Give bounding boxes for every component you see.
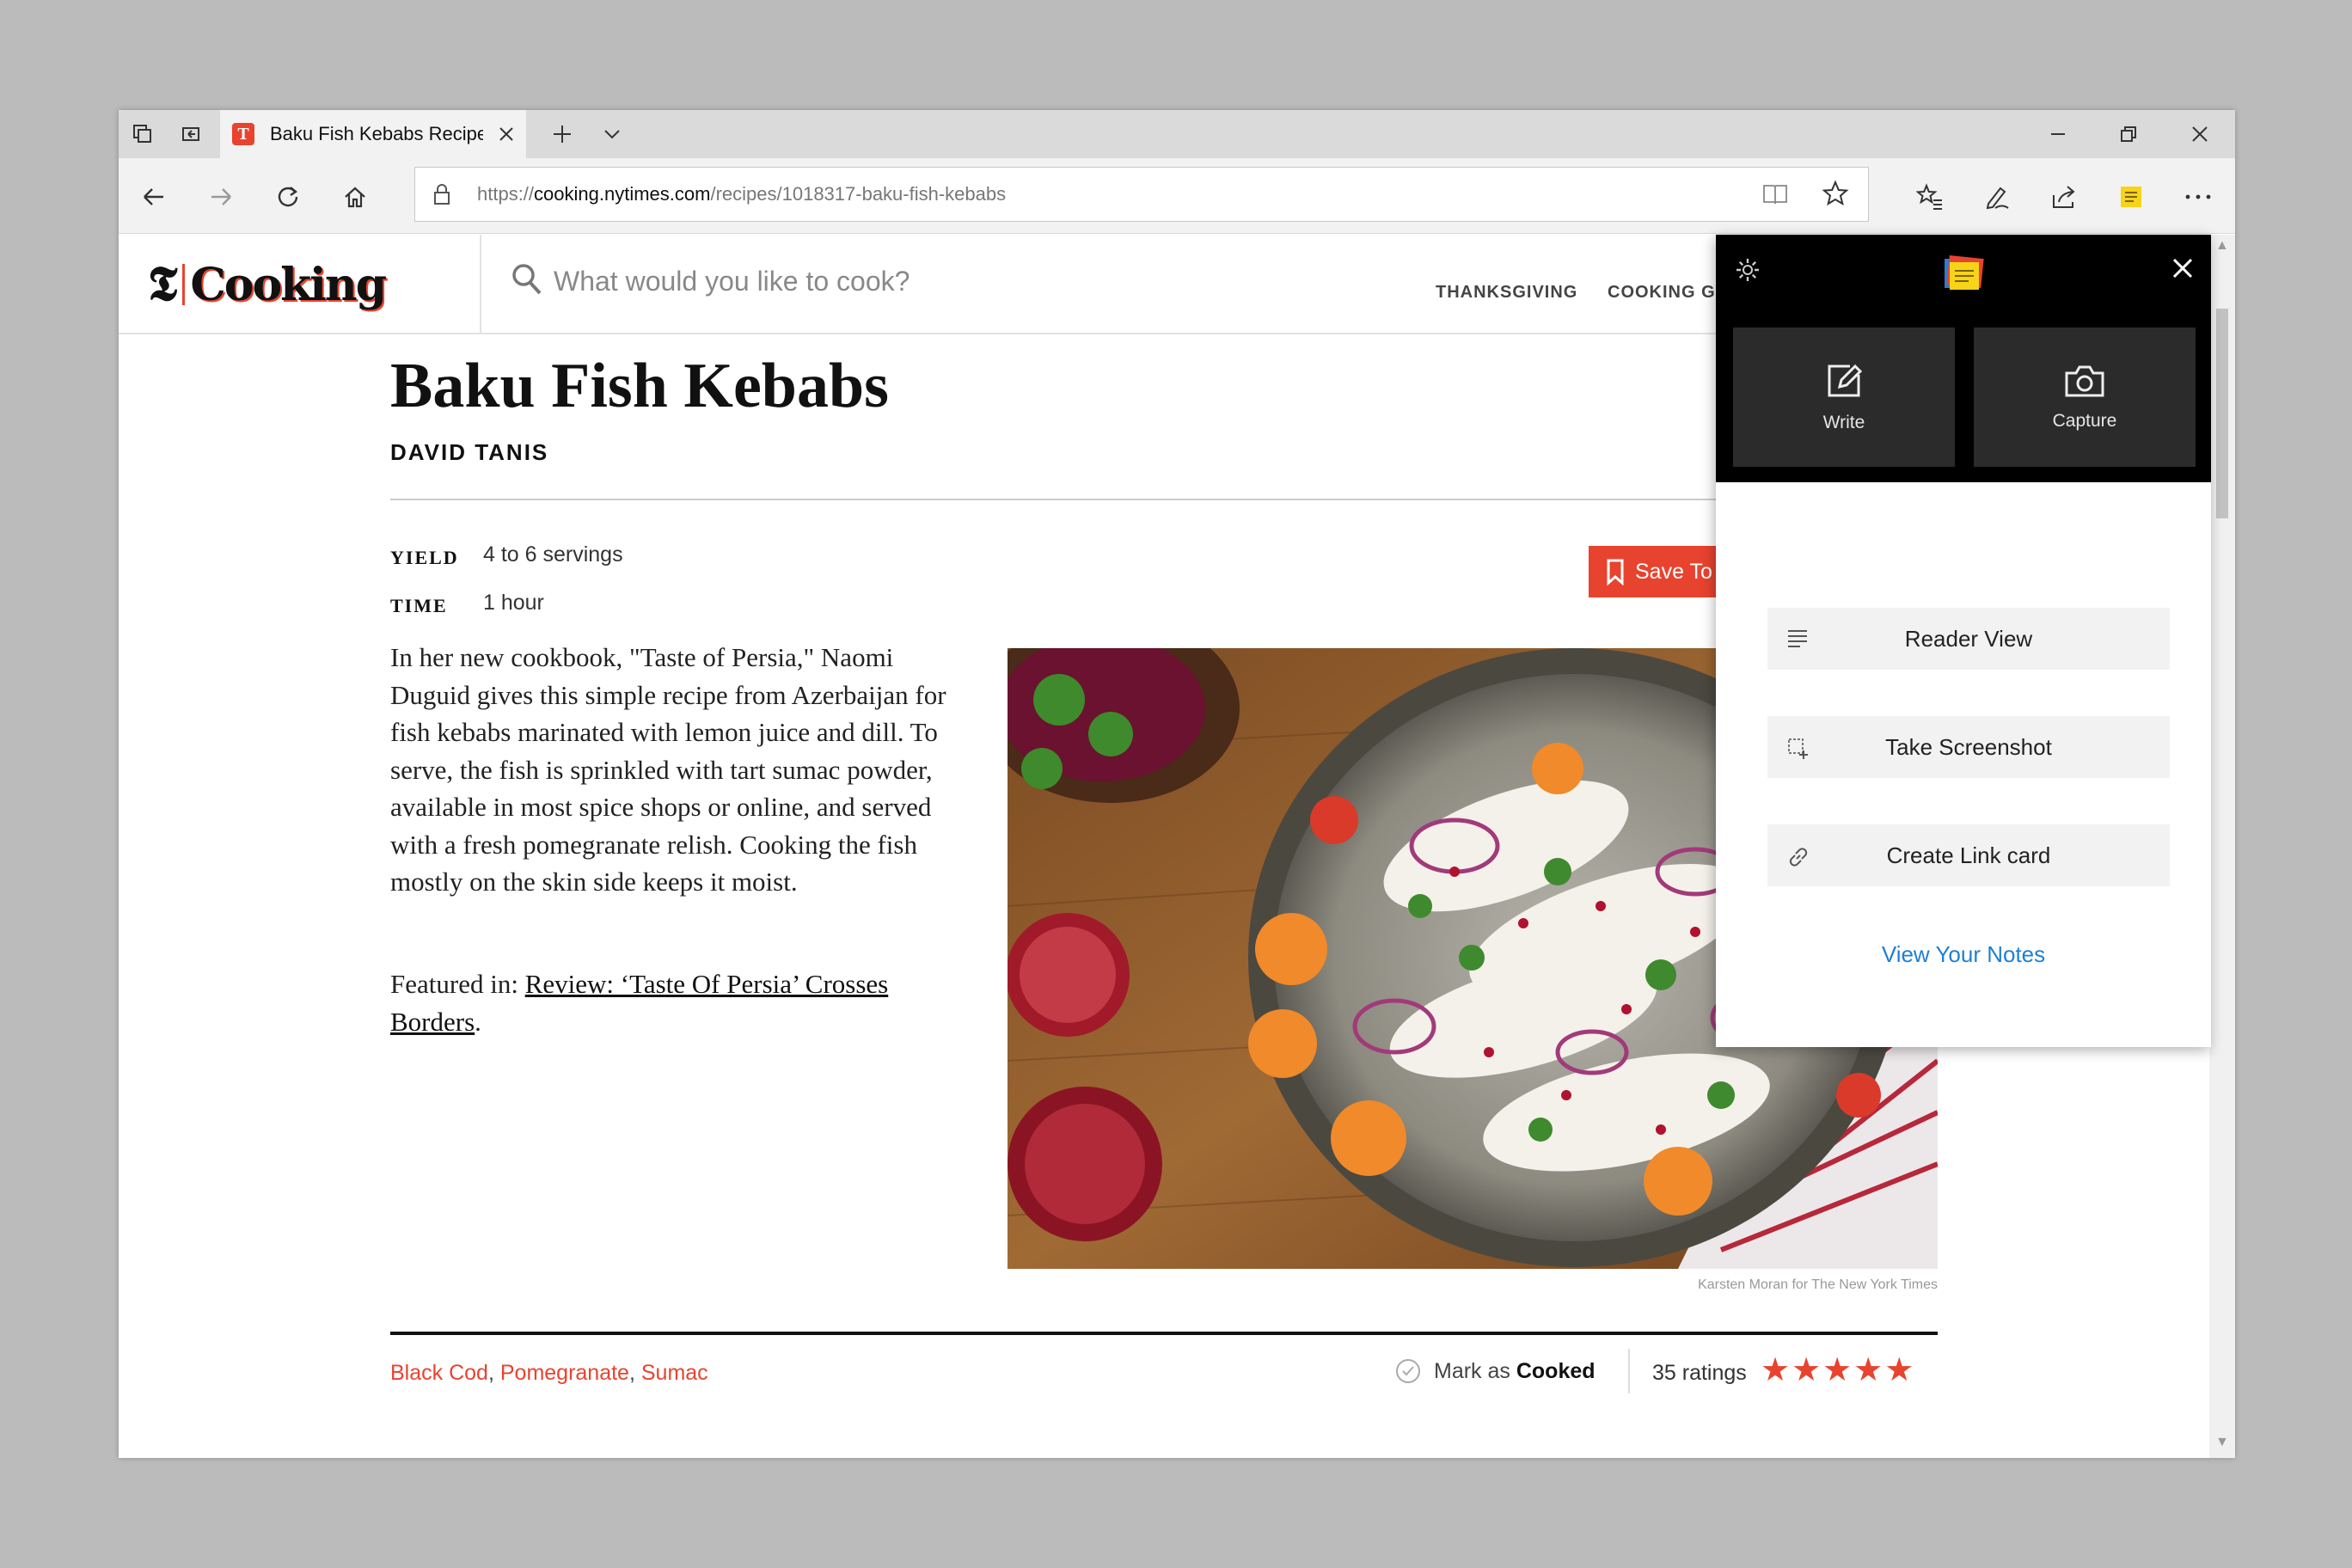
close-panel-icon[interactable] <box>2171 257 2194 284</box>
view-your-notes-link[interactable]: View Your Notes <box>1716 941 2211 968</box>
clipper-header: Write Capture <box>1716 235 2211 482</box>
search-icon[interactable] <box>511 262 543 301</box>
time-value: 1 hour <box>483 591 544 615</box>
logo-mark: 𝕿 <box>148 257 178 311</box>
mark-as-cooked-button[interactable]: Mark as Cooked <box>1394 1357 1596 1385</box>
more-options-icon[interactable] <box>2177 175 2220 218</box>
featured-in: Featured in: Review: ‘Taste Of Persia’ C… <box>390 965 958 1040</box>
page-scrollbar[interactable]: ▲ ▼ <box>2209 235 2235 1458</box>
reading-view-icon[interactable] <box>1761 181 1789 211</box>
nav-link-thanksgiving[interactable]: THANKSGIVING <box>1436 283 1577 303</box>
bookmark-icon <box>1607 559 1624 585</box>
recipe-author[interactable]: DAVID TANIS <box>390 439 548 466</box>
recipe-tags: Black Cod, Pomegranate, Sumac <box>390 1361 708 1386</box>
recipe-intro: In her new cookbook, "Taste of Persia," … <box>390 642 946 897</box>
write-label: Write <box>1822 413 1865 432</box>
navigation-bar: https://cooking.nytimes.com/recipes/1018… <box>119 158 2235 234</box>
screenshot-crop-icon <box>1786 737 1810 765</box>
create-link-card-button[interactable]: Create Link card <box>1767 824 2170 886</box>
scroll-thumb[interactable] <box>2216 309 2228 518</box>
settings-gear-icon[interactable] <box>1735 257 1761 287</box>
set-aside-tabs-icon[interactable] <box>167 110 215 158</box>
yield-label: YIELD <box>390 547 459 568</box>
home-icon[interactable] <box>334 175 377 218</box>
tab-bar: T Baku Fish Kebabs Recipe <box>119 110 2235 158</box>
tag-separator: , <box>628 1361 641 1385</box>
capture-label: Capture <box>2052 411 2117 431</box>
yield-value: 4 to 6 servings <box>483 542 623 567</box>
refresh-icon[interactable] <box>266 175 309 218</box>
take-screenshot-label: Take Screenshot <box>1885 733 2052 760</box>
close-window-icon[interactable] <box>2165 110 2235 158</box>
footer-rule <box>390 1332 1938 1335</box>
mark-as-label: Mark as <box>1434 1358 1510 1383</box>
nyt-cooking-logo[interactable]: 𝕿 Cooking <box>148 257 387 312</box>
onenote-stickies-logo-icon <box>1943 255 1984 297</box>
address-bar[interactable]: https://cooking.nytimes.com/recipes/1018… <box>414 167 1869 222</box>
nyt-favicon-icon: T <box>232 123 254 145</box>
featured-suffix: . <box>475 1006 481 1037</box>
checkmark-circle-icon <box>1396 1359 1420 1383</box>
minimize-icon[interactable] <box>2023 110 2093 158</box>
restore-icon[interactable] <box>2093 110 2164 158</box>
tag-black-cod[interactable]: Black Cod <box>390 1361 488 1385</box>
time-label: TIME <box>390 595 448 616</box>
photo-credit: Karsten Moran for The New York Times <box>1698 1277 1938 1292</box>
scroll-up-arrow-icon[interactable]: ▲ <box>2215 238 2229 254</box>
logo-word: Cooking <box>190 258 387 311</box>
recipe-title: Baku Fish Kebabs <box>390 351 889 421</box>
save-button-label: Save To <box>1635 559 1712 584</box>
create-link-card-label: Create Link card <box>1886 842 2051 868</box>
title-divider <box>390 499 1938 500</box>
edit-pencil-icon <box>1828 364 1863 397</box>
tab-preview-chevron-icon[interactable] <box>588 110 636 158</box>
cooked-label: Cooked <box>1516 1358 1596 1383</box>
lock-icon <box>432 183 451 210</box>
logo-divider <box>182 264 186 305</box>
url-path: /recipes/1018317-baku-fish-kebabs <box>710 183 1007 205</box>
share-icon[interactable] <box>2043 175 2086 218</box>
camera-icon <box>2065 365 2104 397</box>
tab-close-icon[interactable] <box>493 121 519 147</box>
onenote-clipper-panel: Write Capture Reader View Take Screensho… <box>1716 235 2211 1047</box>
url-text[interactable]: https://cooking.nytimes.com/recipes/1018… <box>477 183 1006 205</box>
tag-pomegranate[interactable]: Pomegranate <box>500 1361 629 1385</box>
back-icon[interactable] <box>132 175 175 218</box>
scroll-down-arrow-icon[interactable]: ▼ <box>2215 1435 2229 1450</box>
new-tab-icon[interactable] <box>538 110 586 158</box>
tab-manager-icon[interactable] <box>119 110 167 158</box>
featured-prefix: Featured in: <box>390 969 525 999</box>
favorite-star-icon[interactable] <box>1822 180 1849 211</box>
forward-icon[interactable] <box>199 175 242 218</box>
tab-title: Baku Fish Kebabs Recipe <box>270 123 483 144</box>
link-icon <box>1786 845 1810 873</box>
write-button[interactable]: Write <box>1733 328 1955 467</box>
tag-separator: , <box>487 1361 500 1385</box>
web-note-pen-icon[interactable] <box>1975 175 2018 218</box>
star-rating[interactable]: ★★★★★ <box>1761 1351 1915 1389</box>
url-domain: cooking.nytimes.com <box>534 183 711 205</box>
capture-button[interactable]: Capture <box>1974 328 2196 467</box>
onenote-clipper-icon[interactable] <box>2110 175 2153 218</box>
url-prefix: https:// <box>477 183 535 205</box>
tab-active[interactable]: T Baku Fish Kebabs Recipe <box>220 110 526 158</box>
tag-sumac[interactable]: Sumac <box>641 1361 708 1385</box>
ratings-divider <box>1628 1349 1630 1393</box>
header-divider <box>480 235 481 334</box>
favorites-hub-icon[interactable] <box>1908 175 1951 218</box>
web-page: 𝕿 Cooking What would you like to cook? T… <box>119 235 2235 1458</box>
lines-icon <box>1786 628 1809 653</box>
browser-window: T Baku Fish Kebabs Recipe https://cookin… <box>119 110 2235 1458</box>
reader-view-button[interactable]: Reader View <box>1767 608 2170 670</box>
search-input[interactable]: What would you like to cook? <box>554 266 910 297</box>
nav-link-cooking-guides[interactable]: COOKING G <box>1608 283 1716 303</box>
take-screenshot-button[interactable]: Take Screenshot <box>1767 716 2170 778</box>
ratings-count[interactable]: 35 ratings <box>1652 1361 1747 1386</box>
reader-view-label: Reader View <box>1904 625 2033 652</box>
